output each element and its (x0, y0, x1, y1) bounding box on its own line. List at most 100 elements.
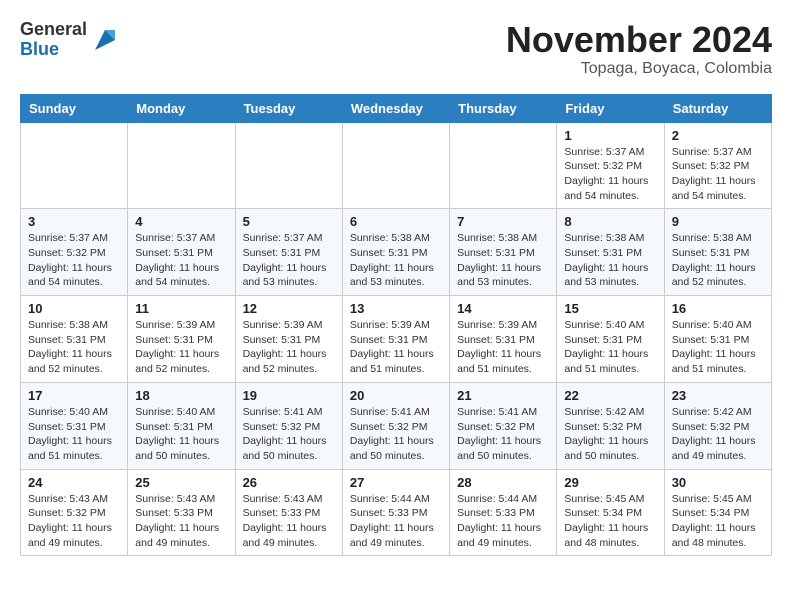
day-detail: Sunrise: 5:38 AM Sunset: 5:31 PM Dayligh… (28, 318, 120, 377)
calendar-header-monday: Monday (128, 94, 235, 122)
calendar-cell: 5Sunrise: 5:37 AM Sunset: 5:31 PM Daylig… (235, 209, 342, 296)
calendar-cell (450, 122, 557, 209)
day-number: 15 (564, 301, 656, 316)
calendar-cell: 6 Sunrise: 5:38 AM Sunset: 5:31 PM Daylig… (342, 209, 449, 296)
day-detail: Sunrise: 5:39 AM Sunset: 5:31 PM Dayligh… (243, 318, 335, 377)
day-number: 6 (350, 214, 442, 229)
calendar-table: SundayMondayTuesdayWednesdayThursdayFrid… (20, 94, 772, 557)
calendar-week-4: 17 Sunrise: 5:40 AM Sunset: 5:31 PM Dayli… (21, 382, 772, 469)
day-number: 3 (28, 214, 120, 229)
calendar-cell: 11 Sunrise: 5:39 AM Sunset: 5:31 PM Dayli… (128, 296, 235, 383)
day-number: 29 (564, 475, 656, 490)
day-detail: Sunrise: 5:42 AM Sunset: 5:32 PM Dayligh… (564, 405, 656, 464)
calendar-cell: 12 Sunrise: 5:39 AM Sunset: 5:31 PM Dayli… (235, 296, 342, 383)
calendar-cell (342, 122, 449, 209)
calendar-week-3: 10 Sunrise: 5:38 AM Sunset: 5:31 PM Dayli… (21, 296, 772, 383)
calendar-cell: 23Sunrise: 5:42 AM Sunset: 5:32 PM Dayli… (664, 382, 771, 469)
day-number: 11 (135, 301, 227, 316)
logo-icon (91, 26, 119, 54)
calendar-header-friday: Friday (557, 94, 664, 122)
calendar-cell: 19Sunrise: 5:41 AM Sunset: 5:32 PM Dayli… (235, 382, 342, 469)
calendar-cell: 15 Sunrise: 5:40 AM Sunset: 5:31 PM Dayli… (557, 296, 664, 383)
day-detail: Sunrise: 5:41 AM Sunset: 5:32 PM Dayligh… (350, 405, 442, 464)
logo: General Blue (20, 20, 119, 60)
calendar-cell: 10 Sunrise: 5:38 AM Sunset: 5:31 PM Dayli… (21, 296, 128, 383)
day-number: 18 (135, 388, 227, 403)
day-detail: Sunrise: 5:37 AM Sunset: 5:32 PM Dayligh… (28, 231, 120, 290)
day-number: 25 (135, 475, 227, 490)
day-number: 30 (672, 475, 764, 490)
calendar-cell: 13Sunrise: 5:39 AM Sunset: 5:31 PM Dayli… (342, 296, 449, 383)
day-number: 28 (457, 475, 549, 490)
calendar-cell: 20Sunrise: 5:41 AM Sunset: 5:32 PM Dayli… (342, 382, 449, 469)
day-number: 12 (243, 301, 335, 316)
calendar-header-row: SundayMondayTuesdayWednesdayThursdayFrid… (21, 94, 772, 122)
day-detail: Sunrise: 5:38 AM Sunset: 5:31 PM Dayligh… (457, 231, 549, 290)
calendar-cell: 24 Sunrise: 5:43 AM Sunset: 5:32 PM Dayli… (21, 469, 128, 556)
day-detail: Sunrise: 5:43 AM Sunset: 5:33 PM Dayligh… (135, 492, 227, 551)
day-detail: Sunrise: 5:37 AM Sunset: 5:32 PM Dayligh… (564, 145, 656, 204)
calendar-cell (21, 122, 128, 209)
day-number: 26 (243, 475, 335, 490)
day-detail: Sunrise: 5:44 AM Sunset: 5:33 PM Dayligh… (457, 492, 549, 551)
calendar-header-wednesday: Wednesday (342, 94, 449, 122)
day-detail: Sunrise: 5:37 AM Sunset: 5:32 PM Dayligh… (672, 145, 764, 204)
day-detail: Sunrise: 5:45 AM Sunset: 5:34 PM Dayligh… (672, 492, 764, 551)
calendar-cell (128, 122, 235, 209)
calendar-header-saturday: Saturday (664, 94, 771, 122)
day-detail: Sunrise: 5:38 AM Sunset: 5:31 PM Dayligh… (350, 231, 442, 290)
calendar-cell: 18 Sunrise: 5:40 AM Sunset: 5:31 PM Dayli… (128, 382, 235, 469)
calendar-header-tuesday: Tuesday (235, 94, 342, 122)
logo-blue: Blue (20, 40, 87, 60)
day-number: 22 (564, 388, 656, 403)
calendar-cell: 26 Sunrise: 5:43 AM Sunset: 5:33 PM Dayli… (235, 469, 342, 556)
day-number: 24 (28, 475, 120, 490)
day-detail: Sunrise: 5:43 AM Sunset: 5:33 PM Dayligh… (243, 492, 335, 551)
day-detail: Sunrise: 5:40 AM Sunset: 5:31 PM Dayligh… (672, 318, 764, 377)
calendar-cell: 3 Sunrise: 5:37 AM Sunset: 5:32 PM Daylig… (21, 209, 128, 296)
day-detail: Sunrise: 5:40 AM Sunset: 5:31 PM Dayligh… (564, 318, 656, 377)
day-number: 5 (243, 214, 335, 229)
calendar-cell: 2Sunrise: 5:37 AM Sunset: 5:32 PM Daylig… (664, 122, 771, 209)
calendar-cell: 28 Sunrise: 5:44 AM Sunset: 5:33 PM Dayli… (450, 469, 557, 556)
day-detail: Sunrise: 5:39 AM Sunset: 5:31 PM Dayligh… (457, 318, 549, 377)
day-detail: Sunrise: 5:44 AM Sunset: 5:33 PM Dayligh… (350, 492, 442, 551)
calendar-week-5: 24 Sunrise: 5:43 AM Sunset: 5:32 PM Dayli… (21, 469, 772, 556)
calendar-cell: 22 Sunrise: 5:42 AM Sunset: 5:32 PM Dayli… (557, 382, 664, 469)
subtitle: Topaga, Boyaca, Colombia (506, 60, 772, 78)
day-number: 4 (135, 214, 227, 229)
calendar-week-2: 3 Sunrise: 5:37 AM Sunset: 5:32 PM Daylig… (21, 209, 772, 296)
calendar-cell: 14Sunrise: 5:39 AM Sunset: 5:31 PM Dayli… (450, 296, 557, 383)
day-number: 10 (28, 301, 120, 316)
calendar-cell: 8 Sunrise: 5:38 AM Sunset: 5:31 PM Daylig… (557, 209, 664, 296)
day-number: 1 (564, 128, 656, 143)
day-number: 13 (350, 301, 442, 316)
calendar-cell: 21Sunrise: 5:41 AM Sunset: 5:32 PM Dayli… (450, 382, 557, 469)
calendar-cell: 16Sunrise: 5:40 AM Sunset: 5:31 PM Dayli… (664, 296, 771, 383)
calendar-cell: 25 Sunrise: 5:43 AM Sunset: 5:33 PM Dayli… (128, 469, 235, 556)
day-detail: Sunrise: 5:43 AM Sunset: 5:32 PM Dayligh… (28, 492, 120, 551)
day-number: 7 (457, 214, 549, 229)
day-detail: Sunrise: 5:39 AM Sunset: 5:31 PM Dayligh… (135, 318, 227, 377)
calendar-cell: 4Sunrise: 5:37 AM Sunset: 5:31 PM Daylig… (128, 209, 235, 296)
day-detail: Sunrise: 5:40 AM Sunset: 5:31 PM Dayligh… (28, 405, 120, 464)
calendar-header-sunday: Sunday (21, 94, 128, 122)
day-number: 17 (28, 388, 120, 403)
calendar-cell: 17 Sunrise: 5:40 AM Sunset: 5:31 PM Dayli… (21, 382, 128, 469)
day-detail: Sunrise: 5:41 AM Sunset: 5:32 PM Dayligh… (457, 405, 549, 464)
day-number: 8 (564, 214, 656, 229)
calendar-cell: 27Sunrise: 5:44 AM Sunset: 5:33 PM Dayli… (342, 469, 449, 556)
calendar-cell: 9Sunrise: 5:38 AM Sunset: 5:31 PM Daylig… (664, 209, 771, 296)
day-detail: Sunrise: 5:40 AM Sunset: 5:31 PM Dayligh… (135, 405, 227, 464)
day-detail: Sunrise: 5:38 AM Sunset: 5:31 PM Dayligh… (564, 231, 656, 290)
header: General Blue November 2024 Topaga, Boyac… (20, 20, 772, 78)
logo-general: General (20, 20, 87, 40)
day-detail: Sunrise: 5:45 AM Sunset: 5:34 PM Dayligh… (564, 492, 656, 551)
day-number: 19 (243, 388, 335, 403)
main-title: November 2024 (506, 20, 772, 60)
calendar-cell: 30 Sunrise: 5:45 AM Sunset: 5:34 PM Dayli… (664, 469, 771, 556)
logo-text: General Blue (20, 20, 87, 60)
day-number: 9 (672, 214, 764, 229)
calendar-header-thursday: Thursday (450, 94, 557, 122)
calendar-week-1: 1 Sunrise: 5:37 AM Sunset: 5:32 PM Daylig… (21, 122, 772, 209)
